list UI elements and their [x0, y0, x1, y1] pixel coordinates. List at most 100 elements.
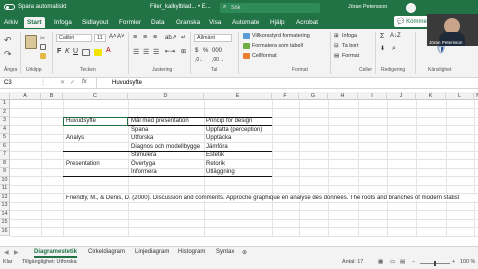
align-center-icon[interactable]: ☰: [143, 48, 149, 56]
format-as-table-button[interactable]: Formatera som tabell: [252, 43, 303, 49]
delete-cells-button[interactable]: Ta bort: [342, 43, 358, 49]
tab-acrobat[interactable]: Acrobat: [296, 19, 318, 26]
column-header[interactable]: A: [10, 93, 41, 100]
column-header[interactable]: I: [358, 93, 387, 100]
font-color-icon[interactable]: A: [106, 47, 111, 54]
decrease-decimal-icon[interactable]: ,00→: [212, 57, 224, 63]
fill-icon[interactable]: ⬇: [380, 45, 385, 52]
tab-visa[interactable]: Visa: [209, 19, 221, 26]
copy-icon[interactable]: [40, 44, 46, 50]
italic-icon[interactable]: K: [65, 48, 70, 55]
format-cells-button[interactable]: Format: [342, 53, 359, 59]
row-header[interactable]: 1: [0, 100, 10, 109]
merge-icon[interactable]: ⊞: [181, 48, 186, 55]
column-header[interactable]: F: [272, 93, 299, 100]
format-painter-icon[interactable]: [40, 53, 46, 59]
column-header[interactable]: C: [63, 93, 128, 100]
tab-hjalp[interactable]: Hjälp: [270, 19, 285, 26]
add-sheet-icon[interactable]: ⊕: [242, 249, 247, 256]
indent-icon[interactable]: ⇤⇥: [165, 48, 175, 55]
row-header[interactable]: 5: [0, 134, 10, 143]
row-header[interactable]: 11: [0, 185, 10, 194]
column-header[interactable]: K: [416, 93, 446, 100]
zoom-out-icon[interactable]: −: [412, 259, 415, 265]
tab-granska[interactable]: Granska: [176, 19, 200, 26]
column-header[interactable]: E: [204, 93, 272, 100]
row-header[interactable]: 7: [0, 151, 10, 160]
paste-icon[interactable]: [25, 35, 37, 49]
sheet-tab-histogram[interactable]: Histogram: [178, 249, 205, 255]
align-top-icon[interactable]: ≡: [133, 34, 137, 41]
column-header[interactable]: M: [474, 93, 478, 100]
fill-color-icon[interactable]: [94, 49, 102, 56]
number-format-field[interactable]: Allmänt: [194, 34, 232, 42]
row-header[interactable]: 13: [0, 202, 10, 211]
file-name[interactable]: Filer_kalkylblad... • E...: [150, 4, 211, 10]
row-header[interactable]: 16: [0, 227, 10, 236]
sheet-tab-syntax[interactable]: Syntax: [216, 249, 234, 255]
confirm-icon[interactable]: ✓: [70, 79, 75, 86]
align-bottom-icon[interactable]: ≡: [153, 34, 157, 41]
column-header[interactable]: J: [387, 93, 416, 100]
prev-sheet-icon[interactable]: ◀: [4, 249, 9, 256]
autosum-icon[interactable]: Σ: [380, 33, 384, 40]
zoom-slider-thumb[interactable]: [434, 261, 436, 266]
insert-cells-button[interactable]: Infoga: [342, 33, 357, 39]
sheet-tab-cirkeldiagram[interactable]: Cirkeldiagram: [88, 249, 125, 255]
tab-data[interactable]: Data: [151, 19, 165, 26]
undo-icon[interactable]: ↶: [4, 35, 13, 45]
fx-icon[interactable]: fx: [82, 79, 87, 85]
row-header[interactable]: 2: [0, 108, 10, 117]
spreadsheet-grid[interactable]: 1 2 3 4 5 6 7 8 9 10 11 12 13 14 15 16 H…: [0, 100, 478, 237]
tab-automate[interactable]: Automate: [232, 19, 259, 26]
align-middle-icon[interactable]: ≡: [143, 34, 147, 41]
row-header[interactable]: 9: [0, 168, 10, 177]
conditional-formatting-button[interactable]: Villkorsstyrd formatering: [252, 33, 310, 39]
font-name-field[interactable]: Calibri: [56, 34, 92, 42]
wrap-text-icon[interactable]: ↵: [181, 34, 186, 41]
next-sheet-icon[interactable]: ▶: [14, 249, 19, 256]
sheet-tab-diagramestetik[interactable]: Diagramestetik: [34, 249, 78, 258]
redo-icon[interactable]: ↷: [4, 49, 13, 59]
orientation-icon[interactable]: ab↗: [165, 34, 177, 41]
column-header[interactable]: B: [41, 93, 63, 100]
normal-view-icon[interactable]: ▦: [378, 259, 383, 265]
tab-start[interactable]: Start: [24, 17, 45, 28]
cell-styles-button[interactable]: Cellformat: [252, 53, 277, 59]
column-header[interactable]: G: [299, 93, 328, 100]
row-header[interactable]: 10: [0, 176, 10, 185]
tab-sidlayout[interactable]: Sidlayout: [82, 19, 108, 26]
percent-icon[interactable]: %: [203, 48, 208, 54]
row-header[interactable]: 12: [0, 193, 10, 202]
autosave-toggle[interactable]: [4, 4, 15, 10]
cut-icon[interactable]: ✂: [40, 35, 46, 42]
align-right-icon[interactable]: ☰: [153, 48, 159, 56]
column-header[interactable]: H: [328, 93, 358, 100]
avatar[interactable]: [406, 3, 416, 13]
page-break-icon[interactable]: ▤: [400, 259, 405, 265]
row-header[interactable]: 15: [0, 219, 10, 228]
tab-formler[interactable]: Formler: [119, 19, 141, 26]
search-box[interactable]: ⌕ Sök: [220, 3, 320, 13]
tab-arkiv[interactable]: Arkiv: [4, 19, 18, 26]
borders-icon[interactable]: [82, 49, 90, 56]
bold-icon[interactable]: F: [57, 48, 61, 55]
formula-input[interactable]: Huvudsyfte: [112, 80, 142, 86]
increase-font-icon[interactable]: A˄: [109, 34, 117, 40]
font-size-field[interactable]: 11: [94, 34, 106, 42]
user-name[interactable]: Jöran Petersson: [348, 4, 387, 10]
zoom-level[interactable]: 100 %: [460, 259, 475, 265]
name-box[interactable]: C3: [2, 79, 38, 88]
comma-style-icon[interactable]: 000: [212, 48, 222, 54]
cancel-icon[interactable]: ✕: [60, 79, 65, 86]
currency-icon[interactable]: $: [195, 48, 198, 54]
page-layout-icon[interactable]: ▭: [390, 259, 395, 265]
find-select-icon[interactable]: ⌕: [392, 45, 396, 53]
column-header[interactable]: D: [128, 93, 204, 100]
decrease-font-icon[interactable]: A˅: [117, 34, 125, 40]
sheet-tab-linjediagram[interactable]: Linjediagram: [135, 249, 169, 255]
zoom-in-icon[interactable]: +: [452, 259, 455, 265]
row-header[interactable]: 6: [0, 142, 10, 151]
column-header[interactable]: L: [446, 93, 474, 100]
sensitivity-icon[interactable]: 🛡: [436, 45, 446, 54]
